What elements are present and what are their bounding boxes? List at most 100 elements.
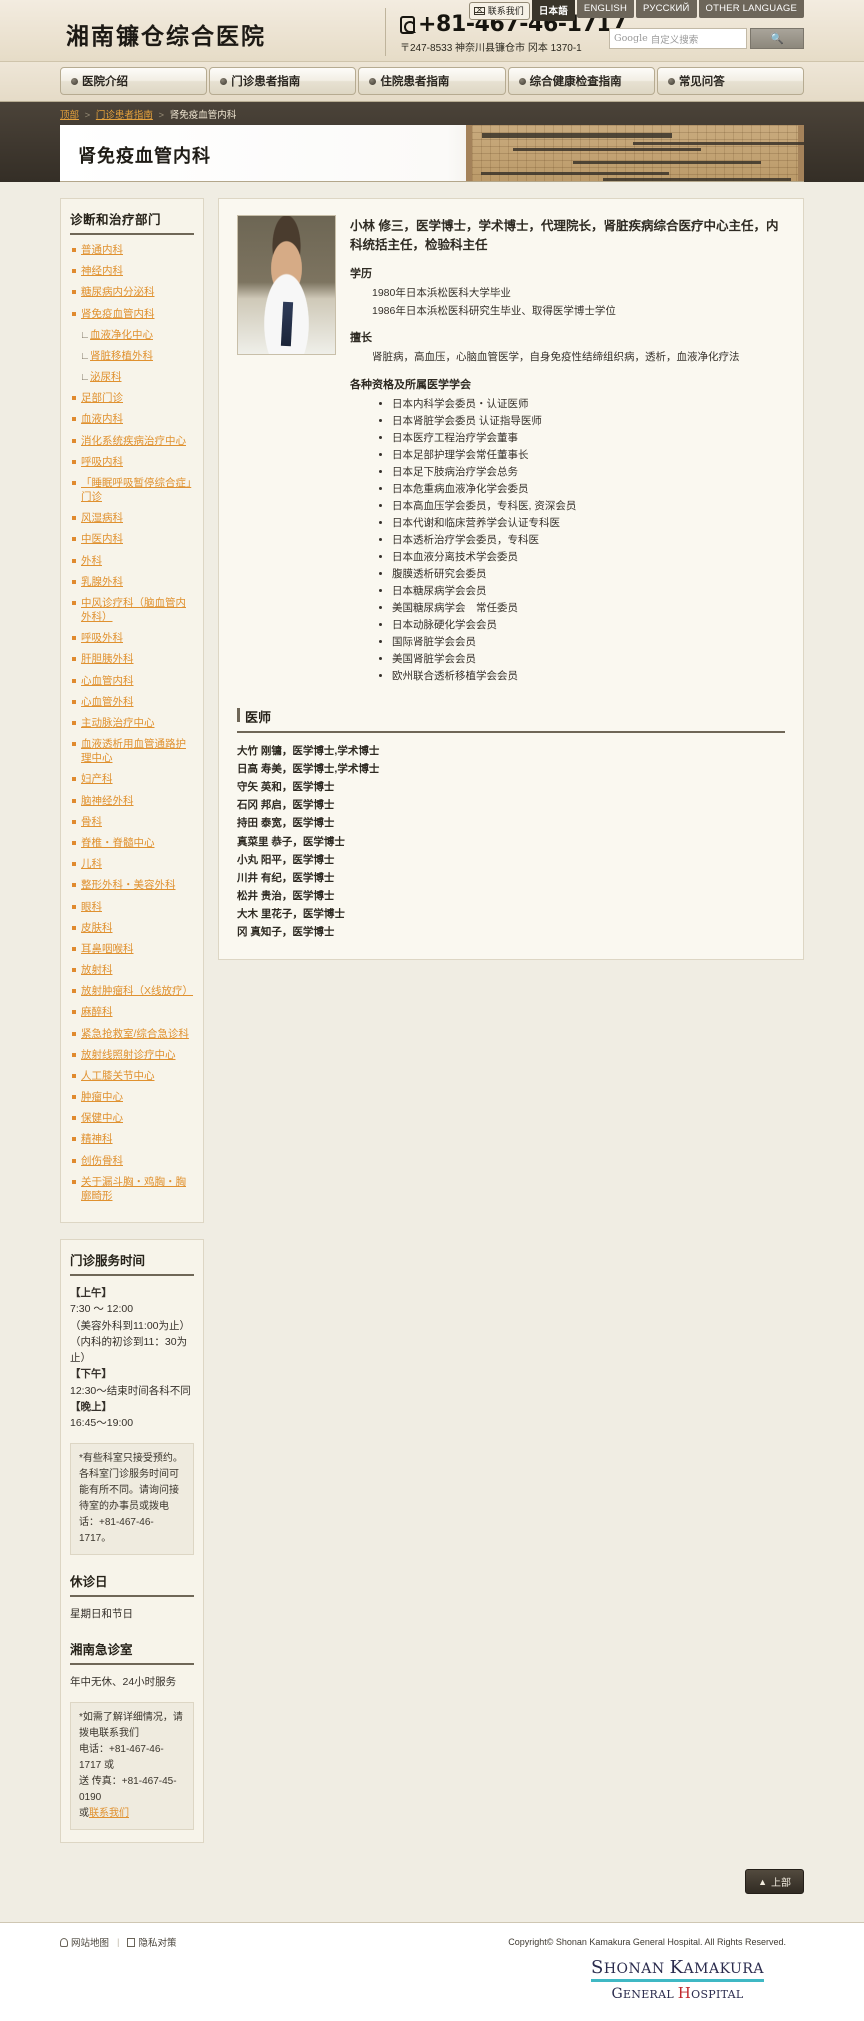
department-link[interactable]: 放射肿瘤科（X线放疗） xyxy=(81,985,193,997)
department-link[interactable]: 精神科 xyxy=(81,1133,113,1145)
department-link[interactable]: 主动脉治疗中心 xyxy=(81,717,155,729)
department-link[interactable]: 脊椎・脊髓中心 xyxy=(81,837,155,849)
nav-item-faq[interactable]: 常见问答 xyxy=(656,67,805,95)
department-link[interactable]: 儿科 xyxy=(81,858,102,870)
contact-us-link[interactable]: 联系我们 xyxy=(89,1808,129,1819)
lang-tab-japanese[interactable]: 日本語 xyxy=(531,0,575,21)
sidebar-department-item[interactable]: 主动脉治疗中心 xyxy=(70,716,194,730)
department-link[interactable]: 关于漏斗胸・鸡胸・胸廓畸形 xyxy=(81,1176,186,1202)
department-link[interactable]: 创伤骨科 xyxy=(81,1155,123,1167)
department-link[interactable]: 耳鼻咽喉科 xyxy=(81,943,134,955)
sidebar-department-item[interactable]: 糖尿病内分泌科 xyxy=(70,285,194,299)
back-to-top-button[interactable]: ▲ 上部 xyxy=(745,1869,804,1894)
department-link[interactable]: 麻醉科 xyxy=(81,1006,113,1018)
sidebar-department-item[interactable]: 「睡眠呼吸暂停综合症」门诊 xyxy=(70,476,194,504)
department-link[interactable]: 脑神经外科 xyxy=(81,795,134,807)
nav-item-hospital-intro[interactable]: 医院介绍 xyxy=(60,67,208,95)
department-link[interactable]: 心血管外科 xyxy=(81,696,134,708)
sidebar-department-item[interactable]: 儿科 xyxy=(70,857,194,871)
sidebar-department-item[interactable]: 外科 xyxy=(70,554,194,568)
sidebar-department-item[interactable]: 神经内科 xyxy=(70,264,194,278)
sidebar-department-item[interactable]: 普通内科 xyxy=(70,243,194,257)
breadcrumb-item-top[interactable]: 顶部 xyxy=(60,110,79,121)
sidebar-department-item[interactable]: 关于漏斗胸・鸡胸・胸廓畸形 xyxy=(70,1175,194,1203)
lang-tab-other[interactable]: OTHER LANGUAGE xyxy=(698,0,804,18)
department-link[interactable]: 骨科 xyxy=(81,816,102,828)
sidebar-department-item[interactable]: 心血管外科 xyxy=(70,695,194,709)
sidebar-department-item[interactable]: ∟ 肾脏移植外科 xyxy=(70,349,194,363)
sidebar-department-item[interactable]: 人工膝关节中心 xyxy=(70,1069,194,1083)
department-link[interactable]: 血液净化中心 xyxy=(90,329,153,341)
search-button[interactable]: 🔍 xyxy=(750,28,804,49)
nav-item-inpatient-guide[interactable]: 住院患者指南 xyxy=(358,67,506,95)
department-link[interactable]: 心血管内科 xyxy=(81,675,134,687)
department-link[interactable]: 血液透析用血管通路护理中心 xyxy=(81,738,186,764)
department-link[interactable]: 整形外科・美容外科 xyxy=(81,879,176,891)
sidebar-department-item[interactable]: 放射科 xyxy=(70,963,194,977)
sidebar-department-item[interactable]: 耳鼻咽喉科 xyxy=(70,942,194,956)
sidebar-department-item[interactable]: 风湿病科 xyxy=(70,511,194,525)
sidebar-department-item[interactable]: 中风诊疗科（脑血管内外科） xyxy=(70,596,194,624)
department-link[interactable]: 放射线照射诊疗中心 xyxy=(81,1049,176,1061)
sidebar-department-item[interactable]: 保健中心 xyxy=(70,1111,194,1125)
sidebar-department-item[interactable]: 脊椎・脊髓中心 xyxy=(70,836,194,850)
sidebar-department-item[interactable]: 皮肤科 xyxy=(70,921,194,935)
sidebar-department-item[interactable]: 中医内科 xyxy=(70,532,194,546)
department-link[interactable]: 肾脏移植外科 xyxy=(90,350,153,362)
nav-item-checkup-guide[interactable]: 综合健康检查指南 xyxy=(507,67,655,95)
department-link[interactable]: 泌尿科 xyxy=(90,371,122,383)
department-link[interactable]: 足部门诊 xyxy=(81,392,123,404)
search-input[interactable]: Google 自定义搜索 xyxy=(609,28,747,49)
sidebar-department-item[interactable]: 肝胆胰外科 xyxy=(70,652,194,666)
sidebar-department-item[interactable]: 血液透析用血管通路护理中心 xyxy=(70,737,194,765)
department-link[interactable]: 呼吸内科 xyxy=(81,456,123,468)
department-link[interactable]: 眼科 xyxy=(81,901,102,913)
site-logo[interactable]: 湘南镰仓综合医院 xyxy=(66,17,266,51)
sidebar-department-item[interactable]: 放射线照射诊疗中心 xyxy=(70,1048,194,1062)
privacy-link[interactable]: 隐私对策 xyxy=(127,1935,177,1949)
sidebar-department-item[interactable]: 精神科 xyxy=(70,1132,194,1146)
department-link[interactable]: 普通内科 xyxy=(81,244,123,256)
department-link[interactable]: 糖尿病内分泌科 xyxy=(81,286,155,298)
department-link[interactable]: 血液内科 xyxy=(81,413,123,425)
sidebar-department-item[interactable]: 紧急抢救室/综合急诊科 xyxy=(70,1027,194,1041)
sidebar-department-item[interactable]: 呼吸外科 xyxy=(70,631,194,645)
sidebar-department-item[interactable]: 眼科 xyxy=(70,900,194,914)
department-link[interactable]: 乳腺外科 xyxy=(81,576,123,588)
sidebar-department-item[interactable]: 血液内科 xyxy=(70,412,194,426)
department-link[interactable]: 「睡眠呼吸暂停综合症」门诊 xyxy=(81,477,191,503)
sidebar-department-item[interactable]: 呼吸内科 xyxy=(70,455,194,469)
sidebar-department-item[interactable]: ∟ 泌尿科 xyxy=(70,370,194,384)
department-link[interactable]: 紧急抢救室/综合急诊科 xyxy=(81,1028,189,1040)
sidebar-department-item[interactable]: 脑神经外科 xyxy=(70,794,194,808)
department-link[interactable]: 风湿病科 xyxy=(81,512,123,524)
sidebar-department-item[interactable]: 妇产科 xyxy=(70,772,194,786)
sidebar-department-item[interactable]: 肿瘤中心 xyxy=(70,1090,194,1104)
department-link[interactable]: 肿瘤中心 xyxy=(81,1091,123,1103)
department-link[interactable]: 中医内科 xyxy=(81,533,123,545)
department-link[interactable]: 妇产科 xyxy=(81,773,113,785)
sidebar-department-item[interactable]: 整形外科・美容外科 xyxy=(70,878,194,892)
sidebar-department-item[interactable]: 消化系统疾病治疗中心 xyxy=(70,434,194,448)
sidebar-department-item[interactable]: 乳腺外科 xyxy=(70,575,194,589)
department-link[interactable]: 皮肤科 xyxy=(81,922,113,934)
department-link[interactable]: 保健中心 xyxy=(81,1112,123,1124)
sidebar-department-item[interactable]: ∟ 血液净化中心 xyxy=(70,328,194,342)
sidebar-department-item[interactable]: 骨科 xyxy=(70,815,194,829)
department-link[interactable]: 外科 xyxy=(81,555,102,567)
department-link[interactable]: 神经内科 xyxy=(81,265,123,277)
sidebar-department-item[interactable]: 足部门诊 xyxy=(70,391,194,405)
breadcrumb-item-outpatient[interactable]: 门诊患者指南 xyxy=(96,110,153,121)
department-link[interactable]: 人工膝关节中心 xyxy=(81,1070,155,1082)
department-link[interactable]: 消化系统疾病治疗中心 xyxy=(81,435,186,447)
department-link[interactable]: 放射科 xyxy=(81,964,113,976)
nav-item-outpatient-guide[interactable]: 门诊患者指南 xyxy=(209,67,357,95)
sidebar-department-item[interactable]: 心血管内科 xyxy=(70,674,194,688)
department-link[interactable]: 中风诊疗科（脑血管内外科） xyxy=(81,597,186,623)
contact-us-button[interactable]: 联系我们 xyxy=(468,2,530,20)
department-link[interactable]: 肝胆胰外科 xyxy=(81,653,134,665)
sidebar-department-item[interactable]: 放射肿瘤科（X线放疗） xyxy=(70,984,194,998)
sitemap-link[interactable]: 网站地图 xyxy=(60,1935,109,1949)
lang-tab-english[interactable]: ENGLISH xyxy=(576,0,635,18)
sidebar-department-item[interactable]: 创伤骨科 xyxy=(70,1154,194,1168)
